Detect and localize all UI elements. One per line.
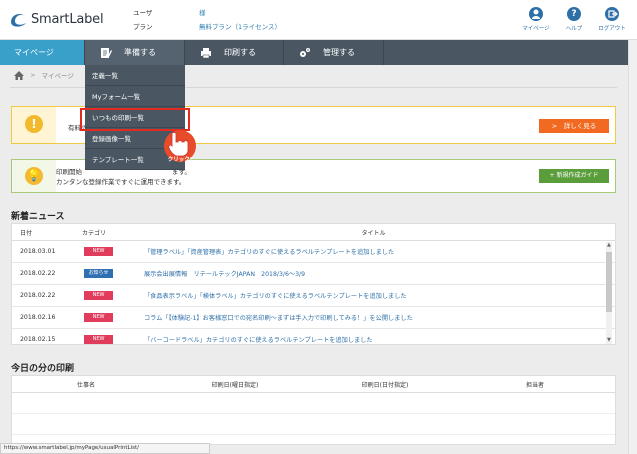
main-nav: マイページ 準備する 印刷する 管理する <box>0 40 637 65</box>
user-icon <box>529 7 543 21</box>
scroll-up-icon[interactable]: ▲ <box>607 243 611 248</box>
news-row[interactable]: 2018.03.01 NEW 「管理ラベル」「資産管理表」カテゴリのすぐに使える… <box>12 241 615 263</box>
nav-print-label: 印刷する <box>224 48 256 57</box>
news-header-category: カテゴリ <box>82 229 107 237</box>
nav-prep-label: 準備する <box>124 48 156 57</box>
window-scrollbar[interactable] <box>628 40 637 454</box>
news-table: 日付 カテゴリ タイトル 2018.03.01 NEW 「管理ラベル」「資産管理… <box>11 223 616 345</box>
today-header-job: 仕事名 <box>76 381 95 389</box>
nav-mypage[interactable]: マイページ <box>0 40 85 65</box>
app-header: SmartLabel ユーザ 様 プラン 無料プラン（1ライセンス） マイページ… <box>0 0 637 40</box>
nav-mypage-label: マイページ <box>14 48 54 57</box>
news-header-date: 日付 <box>20 229 33 237</box>
new-badge: NEW <box>84 313 113 322</box>
click-label: クリック! <box>168 155 193 163</box>
mypage-link-label: マイページ <box>522 26 550 32</box>
header-icons: マイページ ? ヘルプ ログアウト <box>515 7 629 32</box>
new-badge: NEW <box>84 335 113 344</box>
logo-mark-icon <box>11 14 26 27</box>
news-title-link[interactable]: 「食品表示ラベル」「検体ラベル」カテゴリのすぐに使えるラベルテンプレートを追加し… <box>132 291 615 300</box>
nav-admin-label: 管理する <box>323 48 355 57</box>
exclamation-icon: ! <box>25 115 43 133</box>
menu-item-my-forms[interactable]: Myフォーム一覧 <box>85 86 185 107</box>
today-section-title: 今日の分の印刷 <box>11 364 75 374</box>
news-table-header: 日付 カテゴリ タイトル <box>12 224 615 241</box>
today-header-day: 印刷日(曜日指定) <box>211 381 259 389</box>
help-link[interactable]: ? ヘルプ <box>557 7 591 32</box>
nav-prep[interactable]: 準備する <box>85 40 185 65</box>
menu-item-definitions[interactable]: 定義一覧 <box>85 65 185 86</box>
table-row <box>12 393 615 414</box>
info-badge: お知らせ <box>84 269 113 278</box>
message-line2: カンタンな登録作業ですぐに運用できます。 <box>56 178 186 186</box>
printer-icon <box>201 47 211 58</box>
home-icon[interactable] <box>14 70 24 80</box>
today-table-header: 仕事名 印刷日(曜日指定) 印刷日(日付指定) 担当者 <box>12 376 615 393</box>
news-date: 2018.02.15 <box>20 336 56 343</box>
news-row[interactable]: 2018.02.22 お知らせ 展示会出展情報 リテールテックJAPAN 201… <box>12 263 615 285</box>
today-header-date: 印刷日(日付指定) <box>361 381 409 389</box>
breadcrumb: > マイページ <box>14 70 74 80</box>
news-row[interactable]: 2018.02.15 NEW 「バーコードラベル」カテゴリのすぐに使えるラベルテ… <box>12 329 615 344</box>
news-header-title: タイトル <box>361 229 386 237</box>
user-value: 様 <box>199 9 206 17</box>
smartlabel-logo[interactable]: SmartLabel <box>9 10 104 28</box>
news-date: 2018.03.01 <box>20 248 56 255</box>
user-label: ユーザ <box>133 9 153 17</box>
new-badge: NEW <box>84 247 113 256</box>
logo-text: SmartLabel <box>31 11 104 27</box>
news-title-link[interactable]: コラム「【体験記-1】お客様窓口での宛名印刷～まずは手入力で印刷してみる！」を公… <box>132 313 615 322</box>
breadcrumb-current: マイページ <box>41 72 74 80</box>
news-date: 2018.02.22 <box>20 270 56 277</box>
new-badge: NEW <box>84 291 113 300</box>
news-scrollbar[interactable]: ▲ ▼ <box>606 242 612 344</box>
mypage-link[interactable]: マイページ <box>519 7 553 32</box>
nav-admin[interactable]: 管理する <box>284 40 384 65</box>
nav-print[interactable]: 印刷する <box>185 40 284 65</box>
plan-value[interactable]: 無料プラン（1ライセンス） <box>199 20 281 34</box>
table-row <box>12 414 615 435</box>
news-title-link[interactable]: 「管理ラベル」「資産管理表」カテゴリのすぐに使えるラベルテンプレートを追加しまし… <box>132 247 615 256</box>
breadcrumb-separator: > <box>30 71 36 79</box>
getting-started-message: 印刷開始 ます。 カンタンな登録作業ですぐに運用できます。 <box>56 167 191 187</box>
news-row[interactable]: 2018.02.22 NEW 「食品表示ラベル」「検体ラベル」カテゴリのすぐに使… <box>12 285 615 307</box>
help-link-label: ヘルプ <box>565 26 583 32</box>
lightbulb-icon: 💡 <box>25 167 43 185</box>
account-info: ユーザ 様 プラン 無料プラン（1ライセンス） <box>133 6 281 34</box>
news-title-link[interactable]: 展示会出展情報 リテールテックJAPAN 2018/3/6～3/9 <box>132 269 615 278</box>
message-line1: 印刷開始 <box>56 168 82 176</box>
news-row[interactable]: 2018.02.16 NEW コラム「【体験記-1】お客様窓口での宛名印刷～まず… <box>12 307 615 329</box>
today-header-owner: 担当者 <box>525 381 544 389</box>
document-edit-icon <box>101 47 112 58</box>
logout-icon <box>605 7 619 21</box>
scroll-down-icon[interactable]: ▼ <box>607 338 611 343</box>
gear-icon <box>300 47 310 57</box>
plan-label: プラン <box>133 23 153 31</box>
new-guide-button[interactable]: + 新規作成ガイド <box>539 169 609 183</box>
help-icon: ? <box>567 7 581 21</box>
news-date: 2018.02.16 <box>20 314 56 321</box>
status-bar-url: https://www.smartlabel.jp/myPage/usualPr… <box>0 443 210 454</box>
logout-link-label: ログアウト <box>598 26 626 32</box>
today-print-table: 仕事名 印刷日(曜日指定) 印刷日(日付指定) 担当者 <box>11 375 616 445</box>
logout-link[interactable]: ログアウト <box>595 7 629 32</box>
news-section-title: 新着ニュース <box>11 212 65 222</box>
scrollbar-thumb[interactable] <box>606 252 612 312</box>
news-date: 2018.02.22 <box>20 292 56 299</box>
news-title-link[interactable]: 「バーコードラベル」カテゴリのすぐに使えるラベルテンプレートを追加しました <box>132 335 615 344</box>
details-button[interactable]: > 詳しく見る <box>539 119 609 133</box>
click-hand-icon: クリック! <box>164 130 196 163</box>
